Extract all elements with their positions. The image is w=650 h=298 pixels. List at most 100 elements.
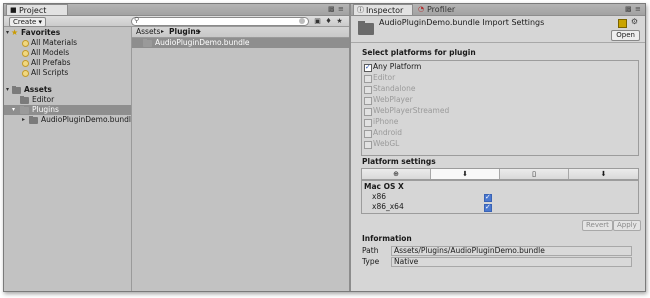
- favorite-item[interactable]: All Materials: [4, 38, 131, 48]
- info-row-type: Type Native: [362, 257, 632, 267]
- project-toolbar: Create ▾ ⚲ ▣ ♦ ★: [4, 16, 349, 27]
- editor-window: ■ Project ▩ ≡ Create ▾ ⚲ ▣ ♦ ★ ▾ ★ Favor: [3, 3, 646, 292]
- expand-arrow-icon[interactable]: ▾: [6, 28, 9, 38]
- tab-profiler[interactable]: ◔ Profiler: [415, 4, 471, 15]
- platform-tab-standalone[interactable]: ⬇: [431, 169, 500, 179]
- platform-checkbox[interactable]: [364, 97, 372, 105]
- info-path-value: Assets/Plugins/AudioPluginDemo.bundle: [391, 246, 632, 256]
- platform-checkbox[interactable]: [364, 119, 372, 127]
- bundle-folder-icon: [29, 116, 38, 124]
- platform-label: WebGL: [373, 139, 400, 148]
- asset-item-label: AudioPluginDemo.bundle: [155, 38, 250, 47]
- folder-item-bundle[interactable]: ▸ AudioPluginDemo.bundle: [4, 115, 136, 125]
- bundle-folder-icon: [358, 21, 374, 35]
- platform-tab-ios[interactable]: ▯: [500, 169, 569, 179]
- folder-item-editor[interactable]: Editor: [4, 95, 131, 105]
- search-filter-icon: [22, 70, 29, 77]
- panel-menu-icon[interactable]: ≡: [338, 5, 344, 13]
- info-type-label: Type: [362, 257, 380, 266]
- inspector-tabstrip: ⓘ Inspector ◔ Profiler ▩ ≡: [351, 4, 645, 16]
- create-button[interactable]: Create ▾: [9, 17, 47, 27]
- arch-row-x86-x64[interactable]: x86_x64: [372, 202, 492, 212]
- platform-checkbox[interactable]: [364, 141, 372, 149]
- mac-title: Mac OS X: [364, 182, 404, 191]
- bundle-icon: [143, 39, 152, 47]
- project-panel: ■ Project ▩ ≡ Create ▾ ⚲ ▣ ♦ ★ ▾ ★ Favor: [4, 4, 349, 291]
- favorite-item[interactable]: All Prefabs: [4, 58, 131, 68]
- apply-button[interactable]: Apply: [613, 220, 641, 231]
- breadcrumb-plugins[interactable]: Plugins: [169, 27, 200, 37]
- platform-checkbox[interactable]: [364, 86, 372, 94]
- info-row-path: Path Assets/Plugins/AudioPluginDemo.bund…: [362, 246, 632, 256]
- folder-icon: [20, 96, 29, 104]
- inspector-panel: ⓘ Inspector ◔ Profiler ▩ ≡ AudioPluginDe…: [351, 4, 645, 291]
- search-icon: ⚲: [134, 16, 140, 24]
- gear-icon[interactable]: ⚙: [631, 17, 638, 26]
- revert-button[interactable]: Revert: [582, 220, 613, 231]
- select-platforms-label: Select platforms for plugin: [362, 48, 476, 57]
- platform-settings-label: Platform settings: [362, 157, 436, 166]
- folder-item-label: AudioPluginDemo.bundle: [41, 115, 136, 124]
- favorite-item-label: All Scripts: [31, 68, 69, 77]
- platform-checkbox[interactable]: [364, 62, 372, 72]
- tab-project[interactable]: ■ Project: [6, 4, 68, 15]
- filter-by-label-icon[interactable]: ♦: [324, 17, 333, 25]
- assets-header[interactable]: ▾ Assets: [4, 85, 131, 95]
- favorite-item-label: All Materials: [31, 38, 78, 47]
- folder-icon: [12, 86, 21, 94]
- help-book-icon[interactable]: [618, 19, 627, 28]
- favorite-star-icon[interactable]: ★: [335, 17, 344, 25]
- expand-arrow-icon[interactable]: ▾: [12, 105, 15, 115]
- platform-checkbox[interactable]: [364, 130, 372, 138]
- favorites-header[interactable]: ▾ ★ Favorites: [4, 28, 131, 38]
- platform-checkbox[interactable]: [364, 108, 372, 116]
- search-filter-icon: [22, 60, 29, 67]
- lock-icon[interactable]: ▩: [625, 5, 632, 13]
- arch-row-x86[interactable]: x86: [372, 192, 492, 202]
- open-button[interactable]: Open: [611, 30, 640, 41]
- search-filter-icon: [22, 40, 29, 47]
- info-icon: ⓘ: [357, 6, 364, 14]
- favorite-item-label: All Models: [31, 48, 70, 57]
- search-field[interactable]: ⚲: [131, 17, 309, 26]
- expand-arrow-icon[interactable]: ▾: [6, 85, 9, 95]
- project-tabstrip: ■ Project ▩ ≡: [4, 4, 349, 16]
- create-label: Create: [13, 18, 37, 26]
- platform-label: iPhone: [373, 117, 399, 126]
- favorite-item[interactable]: All Models: [4, 48, 131, 58]
- breadcrumb-separator-icon: ▸: [161, 28, 165, 35]
- folder-icon: [20, 106, 29, 114]
- panel-menu-icon[interactable]: ≡: [635, 5, 641, 13]
- download-icon: ⬇: [462, 170, 468, 178]
- tab-project-label: Project: [19, 6, 47, 15]
- platform-tab-android[interactable]: ⬇: [569, 169, 638, 179]
- clear-search-icon[interactable]: [299, 18, 305, 24]
- arch-checkbox[interactable]: [484, 202, 492, 212]
- platform-label: Any Platform: [373, 62, 422, 71]
- platform-tab-unity[interactable]: ⊕: [362, 169, 431, 179]
- asset-content: Assets ▸ Plugins ▸ AudioPluginDemo.bundl…: [132, 27, 349, 291]
- breadcrumb-assets[interactable]: Assets: [136, 27, 160, 37]
- inspector-header: AudioPluginDemo.bundle Import Settings ⚙…: [351, 16, 645, 43]
- lock-icon[interactable]: ▩: [328, 5, 335, 13]
- tab-profiler-label: Profiler: [427, 5, 456, 14]
- folder-item-plugins[interactable]: ▾ Plugins: [4, 105, 131, 115]
- platform-label: Standalone: [373, 84, 416, 93]
- platform-list: Any Platform Editor Standalone WebPlayer…: [361, 60, 639, 156]
- phone-icon: ▯: [532, 170, 536, 178]
- platform-tabs: ⊕ ⬇ ▯ ⬇: [361, 168, 639, 180]
- platform-label: WebPlayer: [373, 95, 413, 104]
- unity-icon: ⊕: [393, 170, 399, 178]
- download-icon: ⬇: [600, 170, 607, 178]
- favorite-item[interactable]: All Scripts: [4, 68, 131, 78]
- platform-checkbox[interactable]: [364, 75, 372, 83]
- assets-label: Assets: [24, 85, 52, 94]
- tab-inspector[interactable]: ⓘ Inspector: [353, 4, 413, 15]
- search-filter-icon: [22, 50, 29, 57]
- asset-item-bundle[interactable]: AudioPluginDemo.bundle: [132, 38, 349, 48]
- arch-checkbox[interactable]: [484, 192, 492, 202]
- collapse-arrow-icon[interactable]: ▸: [22, 115, 25, 125]
- arch-label: x86_x64: [372, 202, 404, 211]
- folder-item-label: Plugins: [32, 105, 59, 114]
- filter-by-type-icon[interactable]: ▣: [313, 17, 322, 25]
